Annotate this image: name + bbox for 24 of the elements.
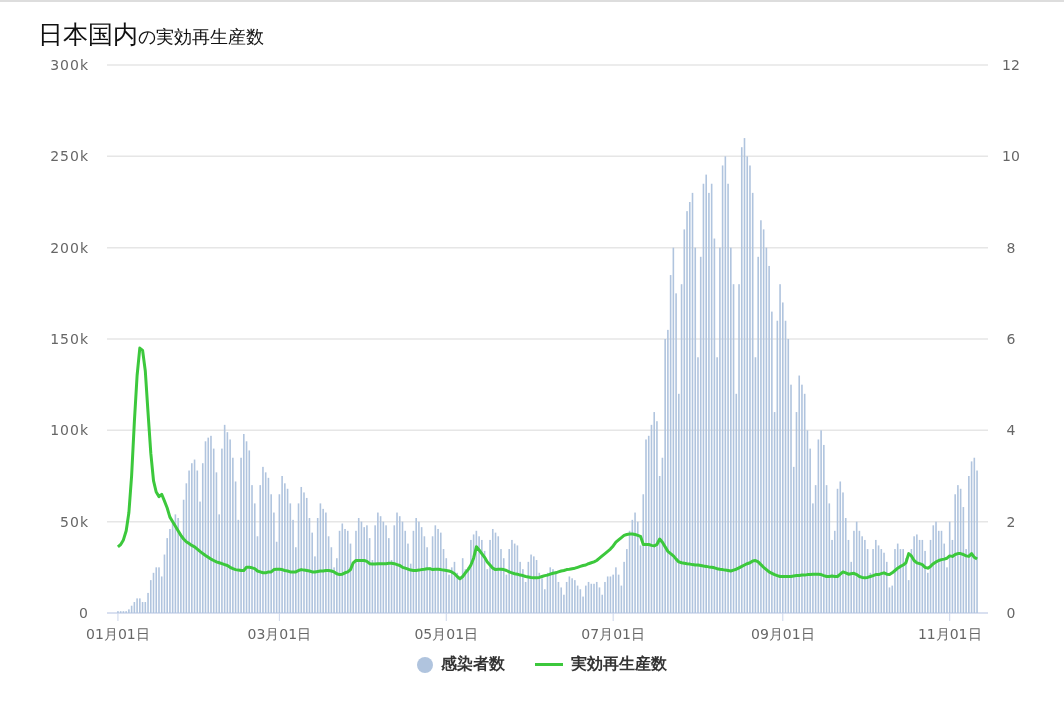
y-axis-label: 300k [50, 57, 89, 73]
legend-label[interactable]: 感染者数 [441, 654, 505, 675]
legend-label[interactable]: 実効再生産数 [571, 654, 667, 675]
x-axis-label: 01月01日 [86, 626, 150, 642]
right-axis-label: 12 [1002, 57, 1020, 73]
x-axis-label: 07月01日 [581, 626, 645, 642]
y-axis-label: 200k [50, 239, 89, 256]
y-axis-label: 100k [50, 422, 89, 439]
x-axis-label: 09月01日 [751, 626, 815, 642]
chart-title: 日本国内 [38, 20, 138, 50]
right-axis-label: 6 [1006, 331, 1016, 347]
x-axis-label: 11月01日 [917, 626, 982, 642]
right-axis-label: 2 [1006, 513, 1016, 530]
x-axis-label: 05月01日 [414, 626, 479, 642]
right-axis-label: 8 [1006, 239, 1016, 256]
y-axis-label: 150k [50, 331, 89, 347]
chart-subtitle: の実効再生産数 [138, 26, 264, 49]
y-axis-label: 0 [79, 605, 89, 621]
right-axis-label: 10 [1002, 148, 1020, 165]
x-axis-label: 03月01日 [247, 626, 312, 642]
right-axis-label: 4 [1006, 422, 1016, 439]
y-axis-label: 50k [60, 513, 89, 530]
y-axis-label: 250k [50, 148, 89, 165]
right-axis-label: 0 [1006, 605, 1016, 621]
